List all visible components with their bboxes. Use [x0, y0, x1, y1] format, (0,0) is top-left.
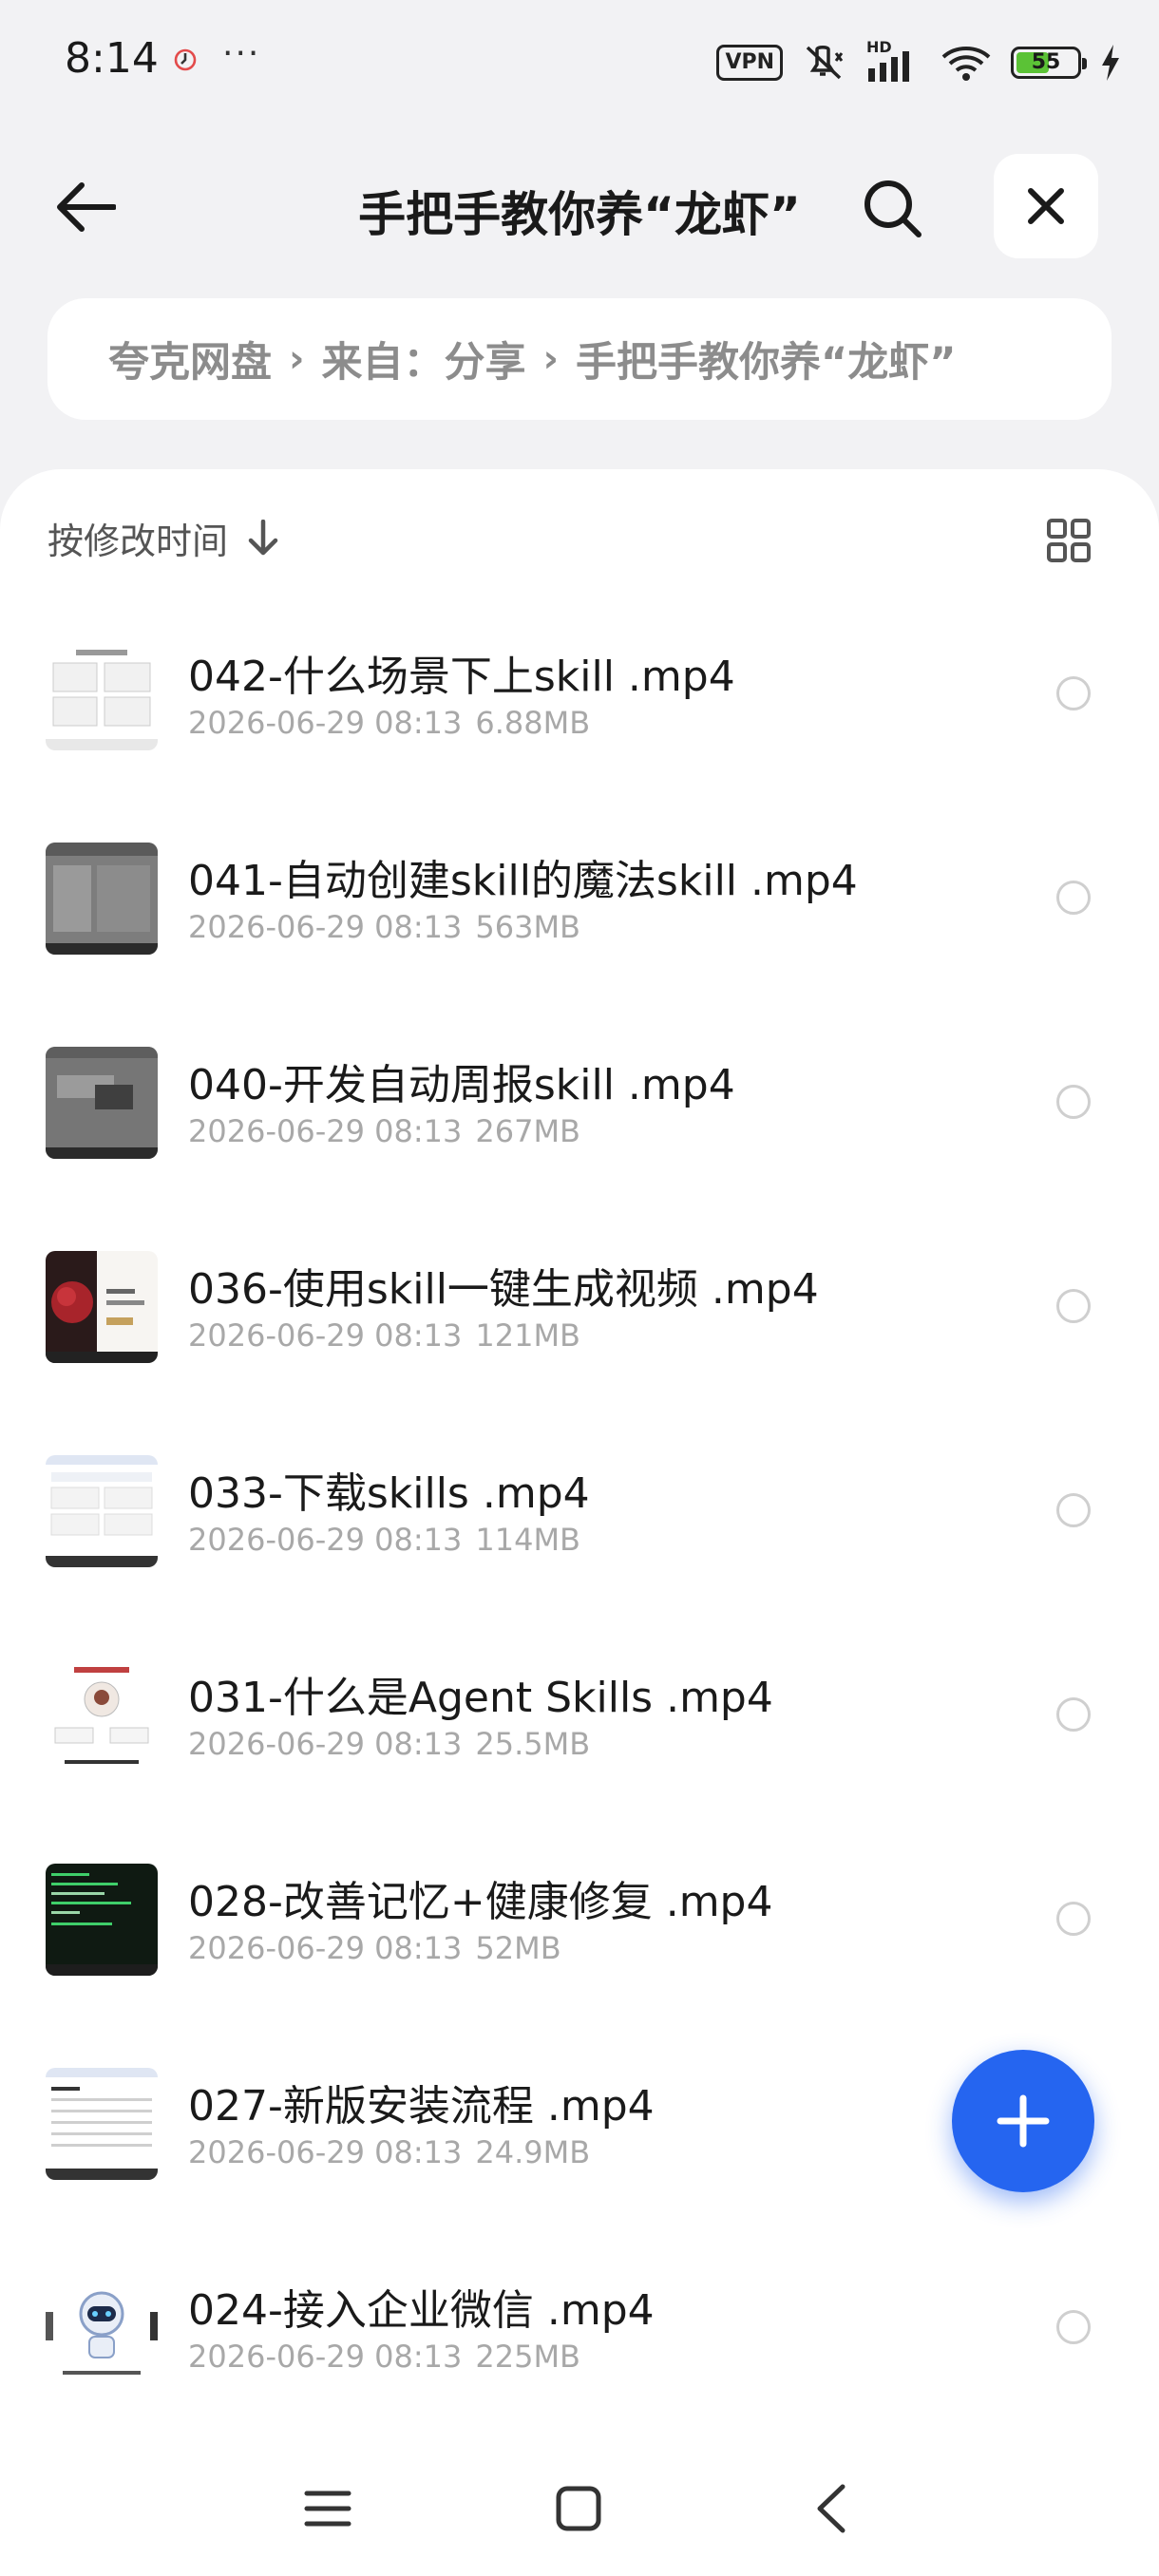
sort-button[interactable]: 按修改时间: [48, 511, 279, 564]
plus-icon: [997, 2094, 1050, 2148]
battery-indicator: 55: [1011, 47, 1087, 79]
video-thumbnail: [46, 1251, 158, 1363]
video-thumbnail: [46, 1047, 158, 1159]
file-row[interactable]: 040-开发自动周报skill .mp4 2026-06-29 08:13 267M…: [0, 1001, 1159, 1205]
file-meta: 2026-06-29 08:13 24.9MB: [188, 2134, 590, 2170]
back-arrow-icon[interactable]: [48, 169, 124, 245]
file-date: 2026-06-29 08:13: [188, 1113, 463, 1149]
file-meta: 2026-06-29 08:13 225MB: [188, 2339, 580, 2375]
file-name: 033-下载skills .mp4: [188, 1469, 590, 1518]
file-meta: 2026-06-29 08:13 563MB: [188, 909, 580, 945]
file-name: 036-使用skill一键生成视频 .mp4: [188, 1265, 819, 1314]
file-date: 2026-06-29 08:13: [188, 1930, 463, 1966]
file-meta: 2026-06-29 08:13 121MB: [188, 1317, 580, 1354]
mute-icon: [806, 46, 844, 80]
file-name: 042-什么场景下上skill .mp4: [188, 653, 735, 701]
file-date: 2026-06-29 08:13: [188, 2134, 463, 2170]
file-meta: 2026-06-29 08:13 52MB: [188, 1930, 561, 1966]
select-radio[interactable]: [1056, 1697, 1091, 1732]
close-button[interactable]: [994, 154, 1098, 258]
video-thumbnail: [46, 843, 158, 955]
vpn-badge: VPN: [716, 45, 783, 81]
close-icon: [1028, 188, 1064, 224]
file-date: 2026-06-29 08:13: [188, 2339, 463, 2375]
breadcrumb-separator: ›: [542, 337, 559, 381]
breadcrumb-separator: ›: [289, 337, 305, 381]
file-row[interactable]: 031-什么是Agent Skills .mp4 2026-06-29 08:13…: [0, 1614, 1159, 1818]
file-size: 24.9MB: [475, 2134, 591, 2170]
file-size: 25.5MB: [475, 1726, 591, 1762]
system-nav-bar: [0, 2441, 1159, 2576]
breadcrumb: 夸克网盘 › 来自：分享 › 手把手教你养“龙虾”: [48, 298, 1112, 420]
video-thumbnail: [46, 1455, 158, 1567]
file-size: 52MB: [475, 1930, 561, 1966]
file-size: 267MB: [475, 1113, 580, 1149]
breadcrumb-item-share[interactable]: 来自：分享: [321, 330, 525, 388]
status-bar: 8:14 ··· VPN HD 55: [0, 0, 1159, 123]
file-date: 2026-06-29 08:13: [188, 1317, 463, 1354]
select-radio[interactable]: [1056, 881, 1091, 915]
select-radio[interactable]: [1056, 1902, 1091, 1936]
page-title: 手把手教你养“龙虾”: [358, 187, 801, 242]
video-thumbnail: [46, 638, 158, 750]
file-row[interactable]: 033-下载skills .mp4 2026-06-29 08:13 114MB: [0, 1410, 1159, 1614]
video-thumbnail: [46, 2272, 158, 2384]
file-row[interactable]: 028-改善记忆+健康修复 .mp4 2026-06-29 08:13 52MB: [0, 1818, 1159, 2022]
search-icon[interactable]: [855, 171, 931, 247]
file-size: 225MB: [475, 2339, 580, 2375]
select-radio[interactable]: [1056, 1289, 1091, 1323]
breadcrumb-item-quark-drive[interactable]: 夸克网盘: [108, 330, 272, 388]
file-meta: 2026-06-29 08:13 267MB: [188, 1113, 580, 1149]
sort-down-arrow-icon: [248, 520, 278, 556]
file-date: 2026-06-29 08:13: [188, 705, 463, 741]
file-date: 2026-06-29 08:13: [188, 909, 463, 945]
status-time: 8:14: [65, 34, 159, 83]
select-radio[interactable]: [1056, 1493, 1091, 1527]
back-icon[interactable]: [798, 2475, 864, 2542]
battery-level: 55: [1031, 50, 1061, 74]
select-radio[interactable]: [1056, 676, 1091, 710]
file-name: 024-接入企业微信 .mp4: [188, 2286, 655, 2335]
file-name: 028-改善记忆+健康修复 .mp4: [188, 1878, 773, 1926]
battery-cap: [1082, 58, 1087, 69]
file-size: 6.88MB: [475, 705, 591, 741]
file-meta: 2026-06-29 08:13 25.5MB: [188, 1726, 590, 1762]
menu-icon[interactable]: [294, 2475, 361, 2542]
select-radio[interactable]: [1056, 1085, 1091, 1119]
file-meta: 2026-06-29 08:13 114MB: [188, 1522, 580, 1558]
file-name: 040-开发自动周报skill .mp4: [188, 1061, 735, 1109]
charging-icon: [1102, 45, 1119, 81]
file-row[interactable]: 042-什么场景下上skill .mp4 2026-06-29 08:13 6.88…: [0, 593, 1159, 797]
file-size: 121MB: [475, 1317, 580, 1354]
file-row[interactable]: 041-自动创建skill的魔法skill .mp4 2026-06-29 08:…: [0, 797, 1159, 1001]
wifi-icon: [941, 47, 991, 81]
file-name: 027-新版安装流程 .mp4: [188, 2082, 655, 2131]
signal-bars: [868, 51, 909, 82]
file-name: 041-自动创建skill的魔法skill .mp4: [188, 857, 858, 905]
file-size: 114MB: [475, 1522, 580, 1558]
file-date: 2026-06-29 08:13: [188, 1726, 463, 1762]
breadcrumb-item-current-folder: 手把手教你养“龙虾”: [575, 339, 957, 387]
add-button[interactable]: [952, 2050, 1094, 2192]
video-thumbnail: [46, 2068, 158, 2180]
file-row[interactable]: 036-使用skill一键生成视频 .mp4 2026-06-29 08:13 12…: [0, 1205, 1159, 1410]
home-icon[interactable]: [545, 2475, 612, 2542]
signal-icon: HD: [866, 38, 922, 82]
file-size: 563MB: [475, 909, 580, 945]
file-date: 2026-06-29 08:13: [188, 1522, 463, 1558]
file-row[interactable]: 024-接入企业微信 .mp4 2026-06-29 08:13 225MB: [0, 2226, 1159, 2431]
sort-label: 按修改时间: [48, 520, 229, 562]
dnd-clock-icon: [174, 48, 197, 71]
file-meta: 2026-06-29 08:13 6.88MB: [188, 705, 590, 741]
video-thumbnail: [46, 1659, 158, 1771]
grid-view-icon[interactable]: [1047, 519, 1091, 562]
file-name: 031-什么是Agent Skills .mp4: [188, 1674, 773, 1722]
status-more: ···: [222, 34, 261, 73]
header-bar: 手把手教你养“龙虾”: [0, 142, 1159, 266]
video-thumbnail: [46, 1864, 158, 1976]
select-radio[interactable]: [1056, 2310, 1091, 2344]
status-icons: VPN HD 55: [716, 38, 1121, 84]
file-panel: 按修改时间 042-什么场景下上skill .mp4 2026-06-29 08:…: [0, 469, 1159, 2576]
